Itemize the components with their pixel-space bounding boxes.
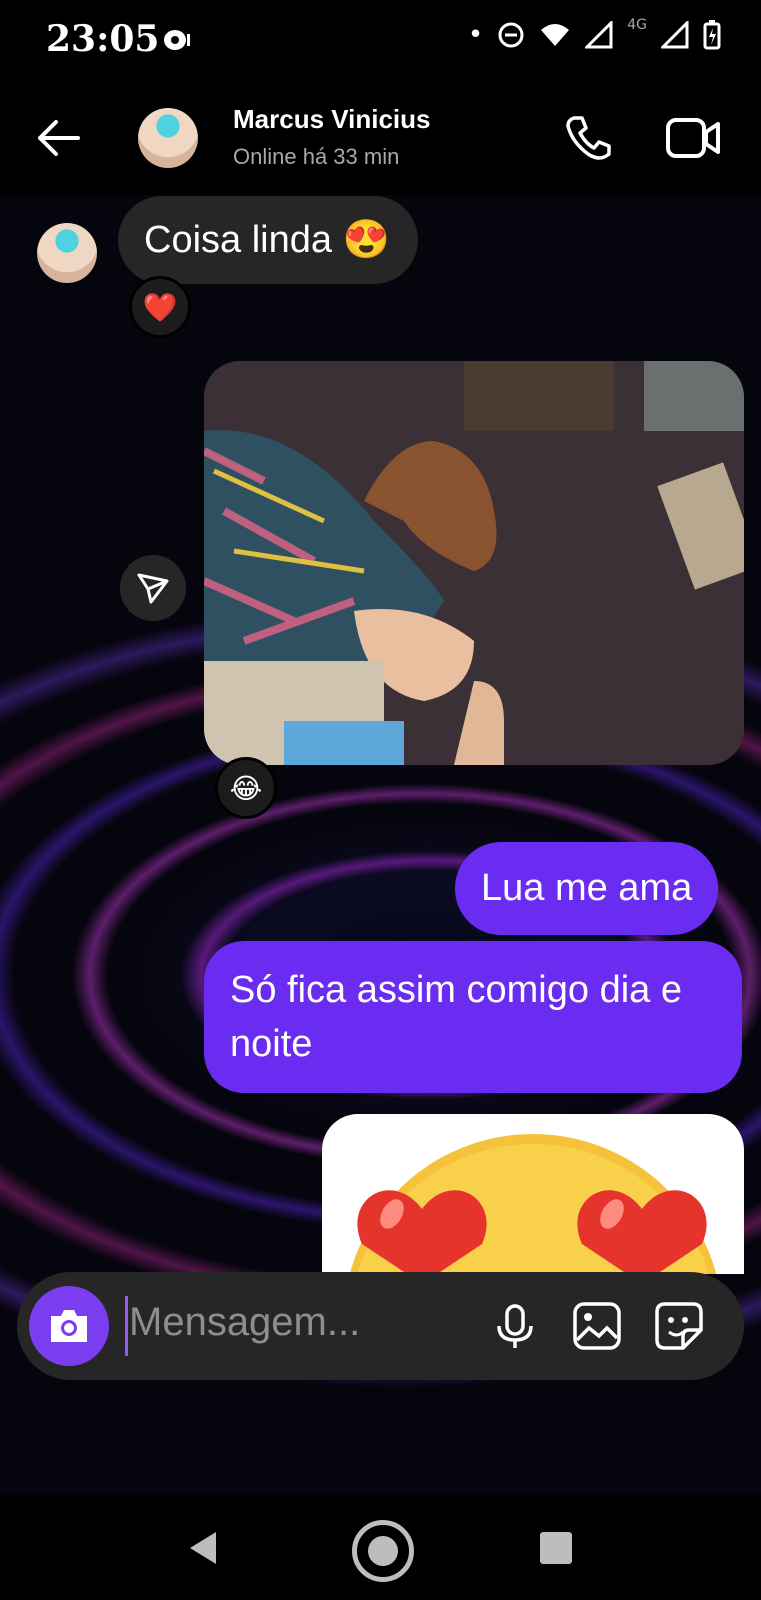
chat-header: Marcus Vinicius Online há 33 min <box>0 80 761 195</box>
sticker-icon[interactable] <box>651 1298 707 1354</box>
wifi-icon <box>541 24 570 46</box>
signal-icon <box>585 21 613 49</box>
heart-eyes-emoji-icon <box>349 1134 717 1274</box>
share-button[interactable] <box>120 555 186 621</box>
signal-icon-2 <box>661 21 689 49</box>
status-time: 23:05 <box>46 18 160 60</box>
camera-button[interactable] <box>29 1286 109 1366</box>
nav-home-icon[interactable] <box>352 1520 414 1582</box>
microphone-icon[interactable] <box>487 1298 543 1354</box>
outgoing-message[interactable]: Só fica assim comigo dia e noite <box>204 941 742 1093</box>
nav-back-icon[interactable] <box>188 1530 218 1566</box>
battery-icon <box>703 20 721 50</box>
dnd-icon <box>498 22 524 48</box>
message-input[interactable]: Mensagem... <box>129 1300 360 1345</box>
photo-reaction[interactable]: 😂 <box>215 757 277 819</box>
video-call-icon[interactable] <box>664 110 724 166</box>
messenger-notification-icon <box>164 30 190 50</box>
phone-call-icon[interactable] <box>560 110 616 166</box>
status-icons: • 4G <box>467 17 721 50</box>
photo-content <box>204 361 744 765</box>
outgoing-message[interactable]: Lua me ama <box>455 842 719 935</box>
nav-recents-icon[interactable] <box>540 1532 572 1564</box>
incoming-photo[interactable] <box>204 361 744 765</box>
network-type: 4G <box>627 17 647 33</box>
send-share-icon <box>137 573 169 604</box>
outgoing-sticker[interactable] <box>322 1114 744 1274</box>
text-cursor <box>125 1296 128 1356</box>
gallery-icon[interactable] <box>569 1298 625 1354</box>
sender-avatar[interactable] <box>37 223 97 283</box>
incoming-message[interactable]: Coisa linda 😍 <box>118 196 418 284</box>
back-arrow-icon[interactable] <box>30 110 86 166</box>
contact-avatar[interactable] <box>138 108 198 168</box>
message-composer: Mensagem... <box>17 1272 744 1380</box>
system-nav-bar <box>0 1500 761 1600</box>
camera-icon <box>51 1310 87 1342</box>
contact-status: Online há 33 min <box>233 144 400 169</box>
status-bar: 23:05 • 4G <box>0 0 761 80</box>
dot-icon: • <box>467 20 484 50</box>
contact-name[interactable]: Marcus Vinicius <box>233 104 431 135</box>
message-reaction[interactable]: ❤️ <box>129 276 191 338</box>
